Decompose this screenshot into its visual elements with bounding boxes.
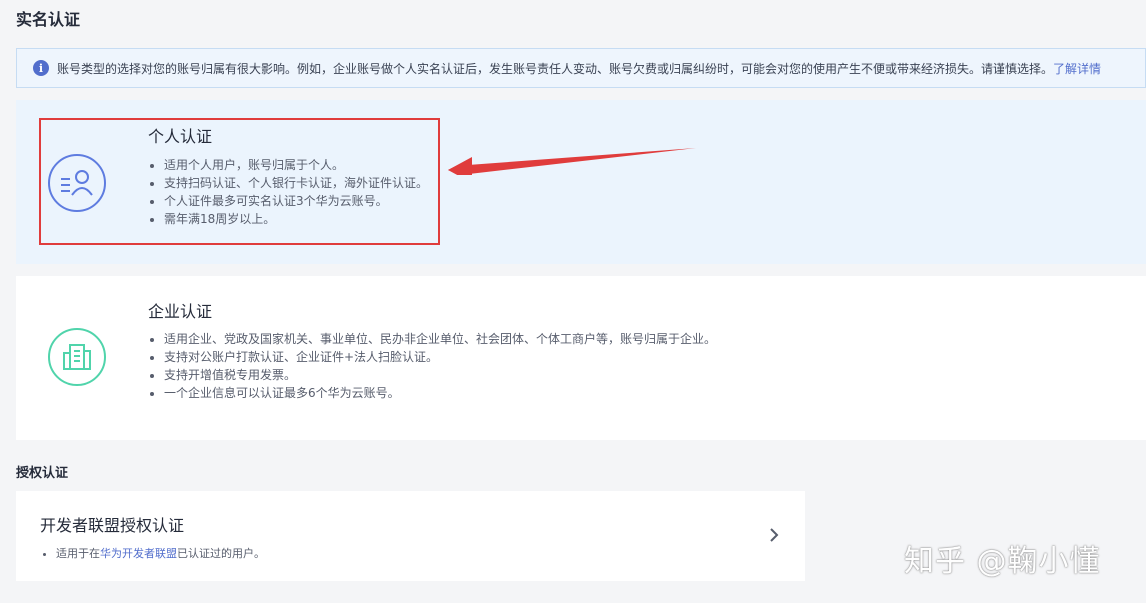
list-item: 适用企业、党政及国家机关、事业单位、民办非企业单位、社会团体、个体工商户等，账号…	[164, 330, 716, 348]
list-item: 支持开增值税专用发票。	[164, 366, 716, 384]
developer-auth-card[interactable]: 开发者联盟授权认证 适用于在华为开发者联盟已认证过的用户。	[16, 491, 805, 581]
enterprise-auth-title: 企业认证	[148, 302, 213, 321]
developer-auth-list: 适用于在华为开发者联盟已认证过的用户。	[40, 545, 265, 561]
building-icon	[48, 328, 106, 386]
annotation-arrow	[448, 148, 696, 175]
page-title: 实名认证	[16, 10, 81, 29]
section-title-authorization: 授权认证	[16, 466, 69, 481]
list-item: 适用于在华为开发者联盟已认证过的用户。	[56, 545, 265, 561]
list-item: 支持对公账户打款认证、企业证件+法人扫脸认证。	[164, 348, 716, 366]
info-icon: i	[33, 60, 49, 76]
chevron-right-icon[interactable]	[769, 527, 779, 543]
developer-alliance-link[interactable]: 华为开发者联盟	[100, 547, 177, 560]
learn-more-link[interactable]: 了解详情	[1053, 60, 1101, 77]
highlight-annotation-box	[39, 118, 440, 245]
desc-prefix: 适用于在	[56, 547, 100, 560]
notice-banner: i 账号类型的选择对您的账号归属有很大影响。例如，企业账号做个人实名认证后，发生…	[16, 48, 1146, 88]
developer-auth-title: 开发者联盟授权认证	[40, 516, 185, 535]
desc-suffix: 已认证过的用户。	[177, 547, 265, 560]
list-item: 一个企业信息可以认证最多6个华为云账号。	[164, 384, 716, 402]
enterprise-auth-card[interactable]: 企业认证 适用企业、党政及国家机关、事业单位、民办非企业单位、社会团体、个体工商…	[16, 276, 1146, 440]
notice-text: 账号类型的选择对您的账号归属有很大影响。例如，企业账号做个人实名认证后，发生账号…	[57, 61, 1054, 76]
enterprise-auth-list: 适用企业、党政及国家机关、事业单位、民办非企业单位、社会团体、个体工商户等，账号…	[148, 330, 716, 402]
watermark: 知乎 @鞠小懂	[904, 544, 1101, 579]
